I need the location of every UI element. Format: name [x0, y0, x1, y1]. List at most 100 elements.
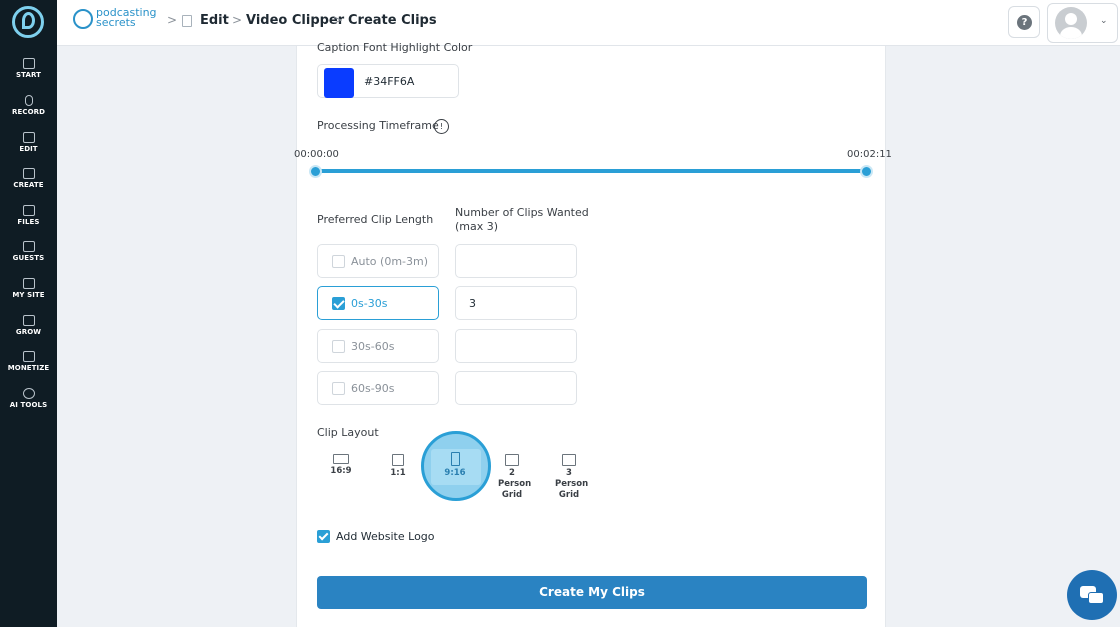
option-label: 0s-30s [351, 297, 388, 310]
sidebar-item-label: GROW [15, 328, 42, 336]
sidebar-item-edit[interactable]: EDIT [0, 132, 57, 153]
sidebar: START RECORD EDIT CREATE FILES GUESTS MY… [0, 0, 57, 627]
edit-icon [22, 132, 35, 143]
num-clips-input-auto[interactable] [455, 244, 577, 278]
sidebar-item-label: CREATE [13, 181, 44, 189]
chevron-down-icon: ⌄ [1100, 16, 1108, 26]
breadcrumb-create-clips: Create Clips [348, 13, 437, 28]
sidebar-item-my-site[interactable]: MY SITE [0, 278, 57, 299]
folder-icon [22, 205, 35, 216]
chevron-right-icon: > [333, 13, 344, 27]
checkbox[interactable] [332, 382, 345, 395]
sidebar-item-label: MY SITE [12, 291, 45, 299]
sidebar-item-ai-tools[interactable]: AI TOOLS [0, 388, 57, 409]
layout-label: 3 Person Grid [555, 468, 589, 500]
layout-option-16-9[interactable]: 16:9 [321, 454, 361, 477]
option-label: Auto (0m-3m) [351, 255, 429, 268]
user-menu-button[interactable]: ⌄ [1047, 3, 1118, 43]
checkbox[interactable] [332, 255, 345, 268]
site-icon [22, 278, 35, 289]
num-clips-input-30-60[interactable] [455, 329, 577, 363]
app-logo[interactable] [12, 6, 44, 38]
layout-option-9-16[interactable]: 9:16 [435, 452, 475, 479]
help-button[interactable]: ? [1008, 6, 1040, 38]
sidebar-item-label: MONETIZE [7, 364, 50, 372]
info-icon[interactable]: ! [434, 119, 449, 134]
caption-color-label: Caption Font Highlight Color [317, 41, 473, 54]
chat-bubble-icon [1088, 592, 1104, 604]
clip-settings-card: Caption Font Highlight Color #34FF6A Pro… [294, 41, 892, 627]
clip-length-label: Preferred Clip Length [317, 213, 434, 226]
breadcrumb-edit[interactable]: Edit [200, 13, 229, 28]
color-swatch[interactable] [324, 68, 354, 98]
sidebar-item-label: AI TOOLS [9, 401, 48, 409]
add-website-logo-label[interactable]: Add Website Logo [336, 530, 435, 543]
chevron-right-icon: > [167, 13, 178, 27]
square-icon [392, 454, 404, 466]
timeframe-slider-track[interactable] [315, 169, 866, 173]
sidebar-item-label: EDIT [19, 145, 38, 153]
sidebar-item-grow[interactable]: GROW [0, 315, 57, 336]
clip-length-option-30-60[interactable]: 30s-60s [317, 329, 439, 363]
layout-label: 2 Person Grid [498, 468, 532, 500]
breadcrumb-video-clipper[interactable]: Video Clipper [246, 13, 344, 28]
sidebar-item-create[interactable]: CREATE [0, 168, 57, 189]
ai-icon [22, 388, 35, 399]
top-bar: podcasting secrets > Edit > Video Clippe… [57, 0, 1120, 46]
sidebar-item-record[interactable]: RECORD [0, 95, 57, 116]
layout-label: 9:16 [444, 468, 466, 478]
sidebar-item-label: GUESTS [12, 254, 45, 262]
clip-length-option-auto[interactable]: Auto (0m-3m) [317, 244, 439, 278]
num-clips-input-0-30[interactable]: 3 [455, 286, 577, 320]
num-clips-value: 3 [469, 297, 476, 310]
num-clips-label: Number of Clips Wanted (max 3) [455, 206, 589, 233]
sidebar-item-files[interactable]: FILES [0, 205, 57, 226]
caption-highlight-color-field[interactable]: #34FF6A [317, 64, 459, 98]
avatar [1055, 7, 1087, 39]
layout-option-1-1[interactable]: 1:1 [378, 454, 418, 479]
num-clips-input-60-90[interactable] [455, 371, 577, 405]
sidebar-item-label: START [15, 71, 42, 79]
timeframe-start-handle[interactable] [308, 165, 322, 178]
clip-length-option-60-90[interactable]: 60s-90s [317, 371, 439, 405]
sidebar-item-monetize[interactable]: MONETIZE [0, 351, 57, 372]
chat-support-button[interactable] [1067, 570, 1117, 620]
money-icon [22, 351, 35, 362]
layout-label: 1:1 [390, 468, 406, 478]
document-icon [182, 15, 192, 27]
layout-label: 16:9 [330, 466, 352, 476]
sidebar-item-label: RECORD [11, 108, 46, 116]
chart-icon [22, 315, 35, 326]
brand-logo[interactable]: podcasting secrets [73, 7, 163, 37]
clip-layout-label: Clip Layout [317, 426, 379, 439]
timeframe-start: 00:00:00 [294, 149, 339, 160]
portrait-icon [450, 452, 460, 466]
create-my-clips-button[interactable]: Create My Clips [317, 576, 867, 609]
layout-option-2-person-grid[interactable]: 2 Person Grid [492, 454, 532, 501]
checkbox-checked[interactable] [332, 297, 345, 310]
start-icon [22, 58, 35, 69]
color-value: #34FF6A [364, 75, 415, 88]
chevron-right-icon: > [232, 13, 243, 27]
timeframe-end: 00:02:11 [847, 149, 892, 160]
help-icon: ? [1017, 15, 1032, 30]
layout-option-3-person-grid[interactable]: 3 Person Grid [549, 454, 589, 501]
landscape-icon [333, 454, 349, 464]
sidebar-item-label: FILES [17, 218, 40, 226]
clip-length-option-0-30[interactable]: 0s-30s [317, 286, 439, 320]
sidebar-item-guests[interactable]: GUESTS [0, 241, 57, 262]
option-label: 60s-90s [351, 382, 395, 395]
brand-name-line2: secrets [96, 16, 136, 29]
three-person-grid-icon [562, 454, 576, 466]
timeframe-label: Processing Timeframe [317, 119, 439, 132]
timeframe-slider-fill [315, 169, 866, 173]
timeframe-end-handle[interactable] [859, 165, 873, 178]
guests-icon [22, 241, 35, 252]
option-label: 30s-60s [351, 340, 395, 353]
microphone-icon [24, 95, 33, 106]
brand-mark-icon [73, 9, 93, 29]
checkbox[interactable] [332, 340, 345, 353]
add-website-logo-checkbox[interactable] [317, 530, 330, 543]
two-person-grid-icon [505, 454, 519, 466]
sidebar-item-start[interactable]: START [0, 58, 57, 79]
